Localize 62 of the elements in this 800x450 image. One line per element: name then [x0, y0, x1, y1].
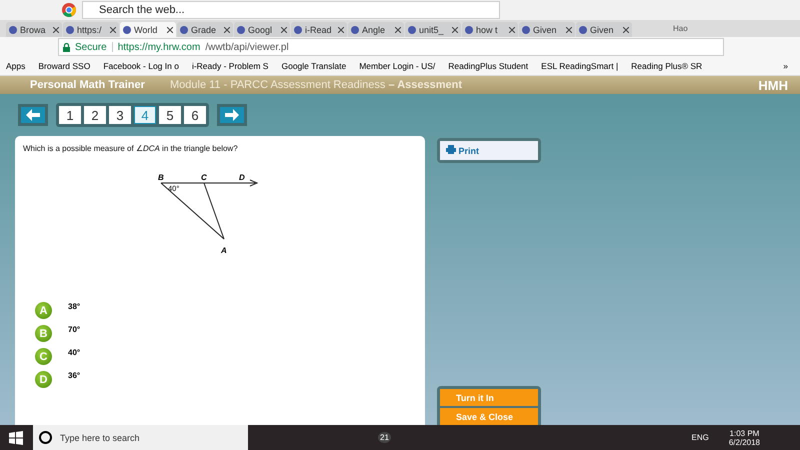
next-button[interactable] — [217, 104, 247, 126]
bookmark[interactable]: Broward SSO — [38, 61, 90, 71]
close-icon[interactable] — [281, 26, 287, 32]
bookmark[interactable]: Member Login - US/ — [359, 61, 436, 71]
print-button[interactable]: Print — [440, 141, 538, 160]
close-icon[interactable] — [509, 26, 515, 32]
mail-count-badge[interactable]: 21 — [378, 432, 391, 443]
bookmark[interactable]: Reading Plus® SR — [631, 61, 702, 71]
question-number-button[interactable]: 1 — [59, 106, 81, 124]
profile-name[interactable]: Hao — [673, 24, 688, 33]
question-number-button[interactable]: 6 — [184, 106, 206, 124]
app-title: Personal Math Trainer — [30, 79, 146, 91]
lock-icon — [63, 42, 70, 52]
language-indicator[interactable]: ENG — [692, 433, 709, 442]
browser-tab[interactable]: Angle — [348, 22, 404, 37]
browser-tab[interactable]: Given — [519, 22, 575, 37]
close-icon[interactable] — [566, 26, 572, 32]
address-bar[interactable]: Secure https://my.hrw.com /wwtb/api/viewer.pl — [58, 38, 724, 56]
close-icon[interactable] — [110, 26, 116, 32]
close-icon[interactable] — [224, 26, 230, 32]
clock-time[interactable]: 1:03 PM — [730, 428, 760, 438]
question-number-button[interactable]: 3 — [109, 106, 131, 124]
web-search-field[interactable]: Search the web... — [82, 1, 500, 19]
close-icon[interactable] — [167, 26, 173, 32]
browser-tab[interactable]: https:/ — [63, 22, 119, 37]
browser-tab[interactable]: World — [120, 22, 176, 37]
browser-tab[interactable]: i-Read — [291, 22, 347, 37]
question-text: Which is a possible measure of ∠DCA in the triangle below? — [23, 144, 239, 153]
browser-tab[interactable]: unit5_ — [405, 22, 461, 37]
bookmark[interactable]: ReadingPlus Student — [448, 61, 528, 71]
clock-date[interactable]: 6/2/2018 — [728, 438, 760, 446]
browser-tab[interactable]: Grade — [177, 22, 233, 37]
secure-label: Secure — [75, 42, 107, 52]
question-number-button[interactable]: 2 — [84, 106, 106, 124]
answer-text: 40° — [68, 348, 80, 357]
close-icon[interactable] — [623, 26, 629, 32]
chrome-icon[interactable] — [62, 3, 76, 17]
bookmark[interactable]: ESL ReadingSmart | — [541, 61, 618, 71]
taskbar-search-field[interactable]: Type here to search — [33, 425, 248, 450]
bookmark[interactable]: Facebook - Log In o — [103, 61, 179, 71]
close-icon[interactable] — [452, 26, 458, 32]
answer-text: 38° — [68, 302, 80, 311]
bookmark[interactable]: i-Ready - Problem S — [192, 61, 268, 71]
bookmark[interactable]: Google Translate — [281, 61, 346, 71]
browser-tab[interactable]: Browa — [6, 22, 62, 37]
more-bookmarks[interactable]: » — [783, 61, 788, 71]
question-number-button[interactable]: 5 — [159, 106, 181, 124]
windows-start-icon[interactable] — [9, 430, 23, 444]
arrow-left-icon — [26, 109, 40, 121]
close-icon[interactable] — [338, 26, 344, 32]
close-icon[interactable] — [53, 26, 59, 32]
previous-button[interactable] — [18, 104, 48, 126]
publisher-logo: HMH — [758, 78, 788, 92]
arrow-right-icon — [225, 109, 239, 121]
answer-text: 36° — [68, 371, 80, 380]
browser-tab[interactable]: Given — [576, 22, 632, 37]
browser-tab[interactable]: Googl — [234, 22, 290, 37]
module-title: Module 11 - PARCC Assessment Readiness – Assessment — [170, 79, 462, 91]
close-icon[interactable] — [395, 26, 401, 32]
answer-text: 70° — [68, 325, 80, 334]
bookmark[interactable]: Apps — [6, 61, 26, 71]
browser-tab[interactable]: how t — [462, 22, 518, 37]
